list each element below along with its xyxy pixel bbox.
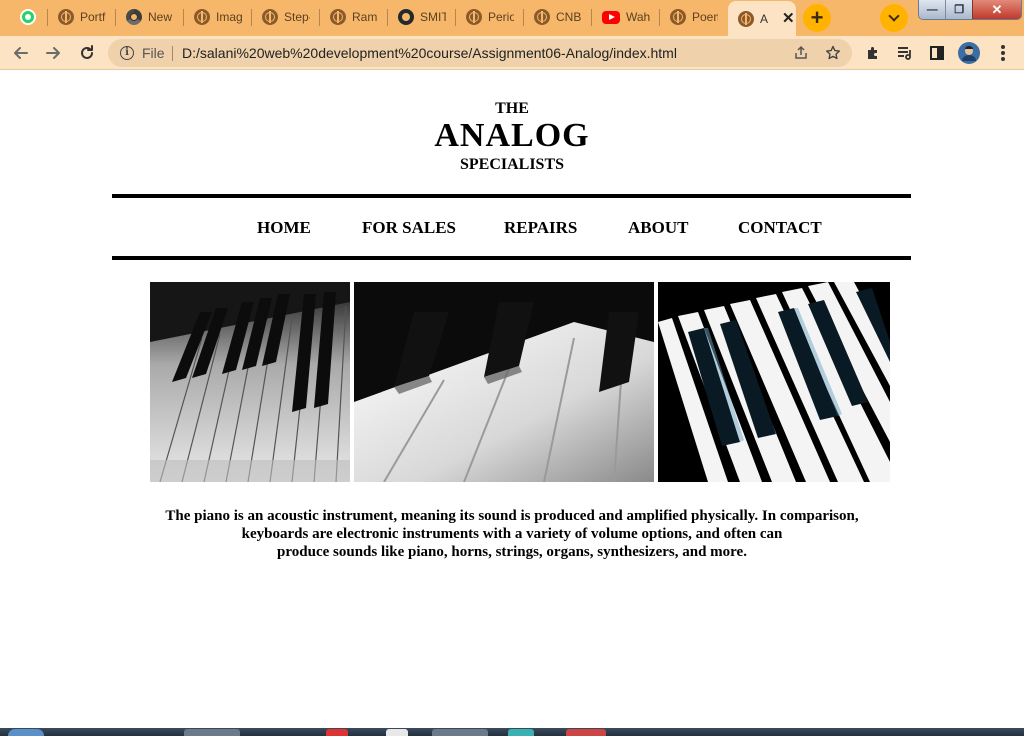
piano-keys-photo-3 <box>658 282 890 482</box>
github-icon <box>398 9 414 25</box>
taskbar-item[interactable] <box>508 729 534 736</box>
back-button[interactable] <box>8 40 34 66</box>
globe-icon <box>466 9 482 25</box>
description-line: The piano is an acoustic instrument, mea… <box>165 508 859 524</box>
minimize-button[interactable]: — <box>919 0 946 19</box>
os-taskbar <box>0 728 1024 736</box>
nav-home[interactable]: HOME <box>257 218 311 238</box>
avatar-icon <box>958 42 980 64</box>
tab-title: Perio <box>488 10 514 24</box>
tab-title: Portfo <box>80 10 106 24</box>
globe-icon <box>670 9 686 25</box>
start-button[interactable] <box>8 729 44 736</box>
nav-contact[interactable]: CONTACT <box>738 218 822 238</box>
menu-button[interactable] <box>990 40 1016 66</box>
description-line: keyboards are electronic instruments wit… <box>241 526 783 542</box>
tab-title: Step- <box>284 10 310 24</box>
reload-button[interactable] <box>74 40 100 66</box>
close-window-button[interactable]: ✕ <box>971 0 1021 19</box>
tab-title: SMIT <box>420 10 446 24</box>
tab-whatsapp[interactable] <box>10 2 46 32</box>
window-controls: — ❐ ✕ <box>918 0 1022 20</box>
nav-for-sales[interactable]: FOR SALES <box>362 218 456 238</box>
piano-keys-photo-2 <box>354 282 654 482</box>
tab-images[interactable]: Imag <box>184 2 250 32</box>
description-line: produce sounds like piano, horns, string… <box>277 544 747 560</box>
logo-specialists: SPECIALISTS <box>459 156 565 173</box>
globe-icon <box>534 9 550 25</box>
tab-youtube[interactable]: Wah <box>592 2 658 32</box>
tab-search-button[interactable] <box>880 4 908 32</box>
tab-poem[interactable]: Poem <box>660 2 726 32</box>
nav-repairs[interactable]: REPAIRS <box>504 218 577 238</box>
kebab-menu-icon <box>1001 45 1005 61</box>
side-panel-icon <box>930 46 944 60</box>
taskbar-item[interactable] <box>326 729 348 736</box>
whatsapp-icon <box>20 9 36 25</box>
scheme-label: File <box>142 45 165 61</box>
tab-strip: Portfo New Imag Step- Rama SMIT Perio CN… <box>0 0 1024 36</box>
tab-step[interactable]: Step- <box>252 2 318 32</box>
forward-button[interactable] <box>40 40 66 66</box>
new-tab-button[interactable]: + <box>803 4 831 32</box>
tab-title: Poem <box>692 10 718 24</box>
tab-rama[interactable]: Rama <box>320 2 386 32</box>
browser-toolbar: i File D:/salani%20web%20development%20c… <box>0 36 1024 70</box>
bookmark-star-icon[interactable] <box>823 43 843 63</box>
close-tab-icon[interactable]: ✕ <box>782 11 795 26</box>
nav-about[interactable]: ABOUT <box>628 218 688 238</box>
playlist-icon <box>898 47 911 60</box>
taskbar-item[interactable] <box>386 729 408 736</box>
info-icon[interactable]: i <box>120 46 134 60</box>
tab-portfolio[interactable]: Portfo <box>48 2 114 32</box>
reading-list-button[interactable] <box>892 40 918 66</box>
arrow-left-icon <box>14 47 28 59</box>
chevron-down-icon <box>888 10 900 22</box>
main-nav: HOME FOR SALES REPAIRS ABOUT CONTACT <box>112 194 911 260</box>
url-text[interactable]: D:/salani%20web%20development%20course/A… <box>182 45 677 61</box>
arrow-right-icon <box>46 47 60 59</box>
page-content: THE ANALOG SPECIALISTS HOME FOR SALES RE… <box>0 71 1024 728</box>
tab-new[interactable]: New <box>116 2 182 32</box>
profile-avatar[interactable] <box>956 40 982 66</box>
tab-smit[interactable]: SMIT <box>388 2 454 32</box>
piano-keys-photo-1 <box>150 282 350 482</box>
globe-icon <box>194 9 210 25</box>
tab-title: New <box>148 10 173 24</box>
taskbar-item[interactable] <box>184 729 240 736</box>
maximize-button[interactable]: ❐ <box>945 0 972 19</box>
youtube-icon <box>602 10 620 24</box>
side-panel-button[interactable] <box>924 40 950 66</box>
reload-icon <box>81 45 93 59</box>
globe-icon <box>262 9 278 25</box>
globe-icon <box>330 9 346 25</box>
logo-analog: ANALOG <box>434 117 590 154</box>
address-bar[interactable]: i File D:/salani%20web%20development%20c… <box>108 39 852 67</box>
taskbar-item[interactable] <box>566 729 606 736</box>
taskbar-item[interactable] <box>432 729 488 736</box>
tab-title: CNBC <box>556 10 582 24</box>
tab-title: A <box>760 11 769 26</box>
tab-active-analog[interactable]: A ✕ <box>728 1 796 36</box>
share-icon[interactable] <box>791 43 811 63</box>
description-paragraph: The piano is an acoustic instrument, mea… <box>112 507 912 561</box>
logo-the: THE <box>495 100 529 117</box>
tab-periodic[interactable]: Perio <box>456 2 522 32</box>
extensions-button[interactable] <box>860 40 886 66</box>
tab-title: Wah <box>626 10 651 24</box>
tab-cnbc[interactable]: CNBC <box>524 2 590 32</box>
globe-icon <box>58 9 74 25</box>
puzzle-icon <box>868 47 877 59</box>
tab-title: Imag <box>216 10 242 24</box>
address-separator <box>172 46 173 61</box>
chrome-icon <box>126 9 142 25</box>
globe-icon <box>738 10 754 27</box>
tab-title: Rama <box>352 10 378 24</box>
